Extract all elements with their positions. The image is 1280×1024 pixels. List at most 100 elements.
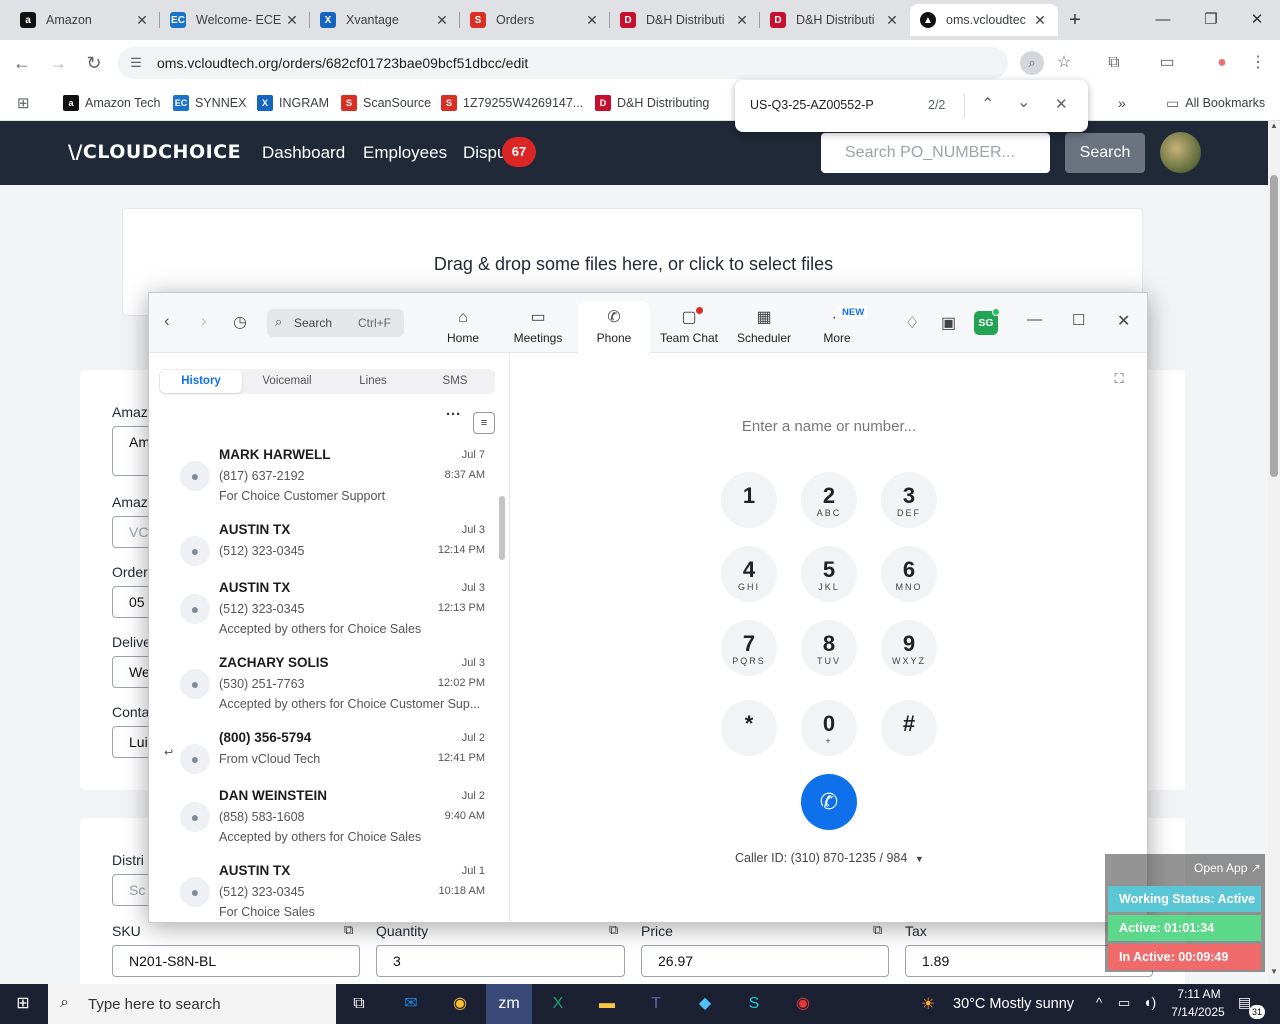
window-close-icon[interactable]: ✕ <box>1242 8 1272 32</box>
chevron-down-icon[interactable]: ⌄ <box>1017 92 1030 112</box>
volume-icon[interactable]: ◖) <box>1143 994 1156 1010</box>
keypad-key-5[interactable]: 5 JKL <box>801 546 857 602</box>
bookmark-item[interactable]: S ScanSource <box>341 93 431 113</box>
copy-icon[interactable]: ⧉ <box>609 922 618 938</box>
browser-tab[interactable]: S Orders ✕ <box>460 4 610 36</box>
history-item[interactable]: ↩ ● (800) 356-5794 From vCloud Tech Jul … <box>149 730 499 780</box>
nav-employees[interactable]: Employees <box>363 143 447 163</box>
history-item[interactable]: ● AUSTIN TX (512) 323-0345 Jul 3 12:14 P… <box>149 522 499 572</box>
history-item[interactable]: ● ZACHARY SOLIS (530) 251-7763 Accepted … <box>149 655 499 725</box>
close-icon[interactable]: ✕ <box>734 12 750 29</box>
filter-icon[interactable]: ≡ <box>473 412 495 434</box>
browser-tab[interactable]: a Amazon ✕ <box>10 4 160 36</box>
po-search-input[interactable]: Search PO_NUMBER... <box>821 133 1050 173</box>
reload-icon[interactable]: ↻ <box>81 50 107 76</box>
keypad-key-2[interactable]: 2 ABC <box>801 472 857 528</box>
scrollbar-thumb[interactable] <box>1270 175 1278 477</box>
chrome-icon[interactable]: ◉ <box>780 984 826 1024</box>
sku-input[interactable]: N201-S8N-BL <box>112 945 360 977</box>
tab-meetings[interactable]: ▭ Meetings <box>502 301 574 353</box>
expand-icon[interactable]: ⛶ <box>1105 365 1133 393</box>
copy-icon[interactable]: ⧉ <box>344 922 353 938</box>
app-logo[interactable]: \/CLOUDCHOICE <box>68 141 241 163</box>
copy-icon[interactable]: ⧉ <box>873 922 882 938</box>
nav-disputes[interactable]: Dispu <box>463 143 506 163</box>
keypad-key-8[interactable]: 8 TUV <box>801 620 857 676</box>
find-in-page-icon[interactable]: ⌕ <box>1020 51 1044 75</box>
scroll-up-icon[interactable]: ▲ <box>1270 121 1278 130</box>
find-input[interactable]: US-Q3-25-AZ00552-P <box>750 98 874 112</box>
dial-input[interactable]: Enter a name or number... <box>629 418 1029 435</box>
browser-tab[interactable]: D D&H Distributi ✕ <box>610 4 760 36</box>
search-button[interactable]: Search <box>1065 133 1145 173</box>
close-icon[interactable]: ✕ <box>884 12 900 29</box>
back-icon[interactable]: ‹ <box>164 311 170 331</box>
call-button[interactable]: ✆ <box>801 774 857 830</box>
more-options-icon[interactable]: ··· <box>446 406 461 423</box>
keypad-key-3[interactable]: 3 DEF <box>881 472 937 528</box>
scroll-down-icon[interactable]: ▼ <box>1270 967 1278 976</box>
profile-icon[interactable]: ● <box>1210 51 1234 75</box>
all-bookmarks[interactable]: ▭ All Bookmarks <box>1166 93 1265 113</box>
tab-more[interactable]: ·· More NEW <box>801 301 873 353</box>
maximize-icon[interactable]: ☐ <box>1072 311 1085 329</box>
close-icon[interactable]: ✕ <box>434 12 450 29</box>
close-icon[interactable]: ✕ <box>1032 12 1048 29</box>
keypad-key-4[interactable]: 4 GHI <box>721 546 777 602</box>
close-icon[interactable]: ✕ <box>1117 311 1130 331</box>
clock-date[interactable]: 7/14/2025 <box>1166 1005 1230 1019</box>
teams-icon[interactable]: T <box>633 984 679 1024</box>
keypad-key-7[interactable]: 7 PQRS <box>721 620 777 676</box>
url-text[interactable]: oms.vcloudtech.org/orders/682cf01723bae0… <box>157 55 528 71</box>
caller-id-selector[interactable]: Caller ID: (310) 870-1235 / 984 ▼ <box>735 851 924 865</box>
minimize-icon[interactable]: — <box>1148 8 1178 32</box>
tab-voicemail[interactable]: Voicemail <box>245 370 329 393</box>
tab-scheduler[interactable]: ▦ Scheduler <box>728 301 800 353</box>
site-info-icon[interactable]: ☰ <box>124 51 148 75</box>
bookmark-star-icon[interactable]: ☆ <box>1052 51 1076 75</box>
browser-tab-active[interactable]: ▲ oms.vcloudtec ✕ <box>910 4 1058 36</box>
new-tab-icon[interactable]: + <box>1060 8 1090 32</box>
browser-tab[interactable]: X Xvantage ✕ <box>310 4 460 36</box>
menu-icon[interactable]: ⋮ <box>1246 51 1270 75</box>
network-icon[interactable]: ▭ <box>1118 995 1130 1011</box>
keypad-key-6[interactable]: 6 MNO <box>881 546 937 602</box>
keypad-key-star[interactable]: * <box>721 700 777 756</box>
app-icon[interactable]: S <box>731 984 777 1024</box>
tab-phone[interactable]: ✆ Phone <box>578 301 650 353</box>
windows-start-icon[interactable]: ⊞ <box>0 984 46 1024</box>
keypad-key-9[interactable]: 9 WXYZ <box>881 620 937 676</box>
keypad-key-1[interactable]: 1 <box>721 472 777 528</box>
browser-tab[interactable]: D D&H Distributi ✕ <box>760 4 910 36</box>
restore-icon[interactable]: ❐ <box>1196 8 1226 32</box>
zoom-search-box[interactable]: ⌕ Search Ctrl+F <box>267 309 404 337</box>
tab-team-chat[interactable]: ▢ Team Chat <box>653 301 725 353</box>
app-icon[interactable]: ◆ <box>682 984 728 1024</box>
weather-text[interactable]: 30°C Mostly sunny <box>953 996 1074 1012</box>
close-icon[interactable]: ✕ <box>1055 95 1068 113</box>
file-explorer-icon[interactable]: ▬ <box>584 984 630 1024</box>
extensions-icon[interactable]: ⧉ <box>1102 51 1126 75</box>
close-icon[interactable]: ✕ <box>134 12 150 29</box>
browser-tab[interactable]: EC Welcome- ECE ✕ <box>160 4 310 36</box>
history-item[interactable]: ● DAN WEINSTEIN (858) 583-1608 Accepted … <box>149 788 499 858</box>
bookmark-item[interactable]: X INGRAM <box>257 93 329 113</box>
bookmark-item[interactable]: S 1Z79255W4269147... <box>441 93 583 113</box>
history-item[interactable]: ● AUSTIN TX (512) 323-0345 For Choice Sa… <box>149 863 499 922</box>
history-scrollbar[interactable] <box>499 496 505 560</box>
avatar[interactable] <box>1160 132 1201 173</box>
gift-icon[interactable]: ▣ <box>941 313 956 333</box>
history-item[interactable]: ● MARK HARWELL (817) 637-2192 For Choice… <box>149 447 499 517</box>
chevron-up-icon[interactable]: ⌃ <box>981 94 994 114</box>
task-view-icon[interactable]: ⧉ <box>336 984 382 1024</box>
clock-time[interactable]: 7:11 AM <box>1172 987 1226 1001</box>
page-scrollbar[interactable]: ▲ ▼ <box>1268 121 1280 984</box>
tab-history[interactable]: History <box>160 370 242 393</box>
bookmark-item[interactable]: EC SYNNEX <box>173 93 246 113</box>
tab-sms[interactable]: SMS <box>417 370 493 393</box>
more-bookmarks-icon[interactable]: » <box>1118 93 1126 113</box>
keypad-key-0[interactable]: 0 + <box>801 700 857 756</box>
bookmark-item[interactable]: a Amazon Tech <box>63 93 161 113</box>
chevron-up-icon[interactable]: ^ <box>1096 995 1102 1010</box>
forward-icon[interactable]: → <box>45 50 71 76</box>
